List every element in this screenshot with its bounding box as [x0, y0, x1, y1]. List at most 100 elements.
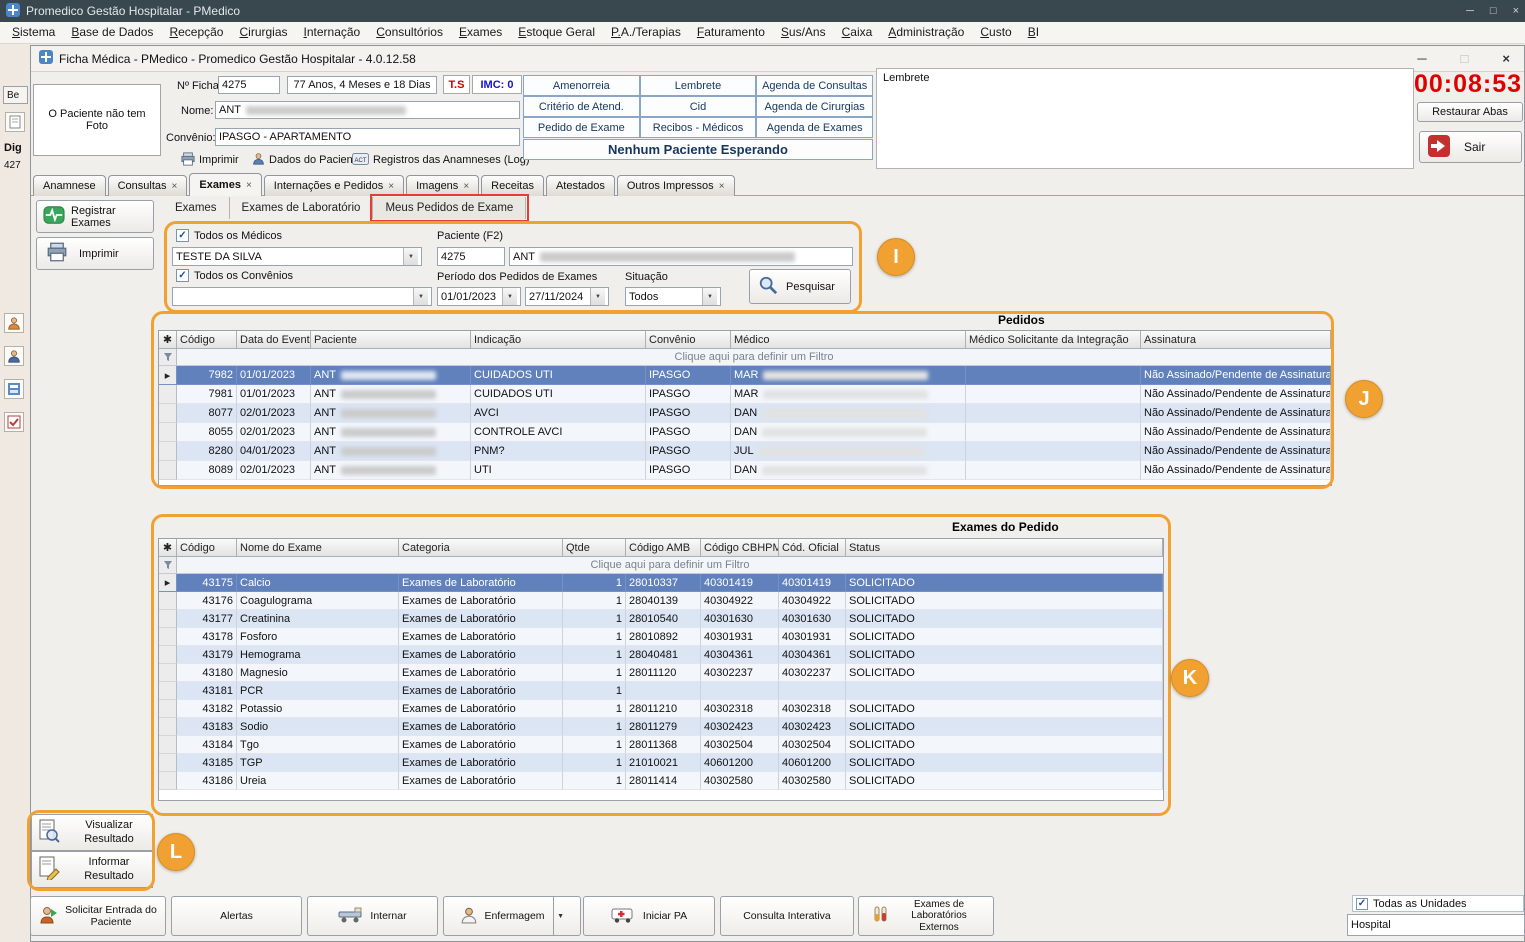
column-header[interactable]: Qtde [563, 539, 626, 557]
imprimir-toolbar-button[interactable]: Imprimir [181, 151, 239, 169]
exames-table-row[interactable]: 43186 Ureia Exames de Laboratório 1 2801… [159, 772, 1163, 790]
column-header[interactable]: Código AMB [626, 539, 701, 557]
exames-table-row[interactable]: 43181 PCR Exames de Laboratório 1 [159, 682, 1163, 700]
menu-item[interactable]: Sus/Ans [773, 22, 834, 43]
column-header[interactable]: Médico [731, 331, 966, 349]
nome-field[interactable]: ANT [215, 101, 520, 119]
menu-item[interactable]: Consultórios [368, 22, 451, 43]
ficha-field[interactable]: 4275 [218, 76, 280, 94]
app-close-button[interactable]: × [1513, 5, 1519, 17]
quick-action-button[interactable]: Cid [640, 96, 757, 117]
column-header[interactable]: Código CBHPM [701, 539, 779, 557]
tab[interactable]: Internações e Pedidos × [264, 175, 404, 196]
column-header[interactable]: Data do Event [237, 331, 311, 349]
exames-table-row[interactable]: 43176 Coagulograma Exames de Laboratório… [159, 592, 1163, 610]
chevron-down-icon[interactable]: ▼ [413, 288, 428, 305]
tab-close-icon[interactable]: × [719, 181, 725, 192]
column-header[interactable]: Paciente [311, 331, 471, 349]
exames-table-row[interactable]: 43185 TGP Exames de Laboratório 1 210100… [159, 754, 1163, 772]
exames-filter-row[interactable]: Clique aqui para definir um Filtro [159, 557, 1163, 574]
tab-close-icon[interactable]: × [463, 181, 469, 192]
solicitar-entrada-button[interactable]: Solicitar Entrada do Paciente [30, 896, 166, 936]
chevron-down-icon[interactable]: ▼ [502, 288, 517, 305]
pedidos-table-row[interactable]: 8280 04/01/2023 ANT PNM? IPASGO JUL Não … [159, 442, 1331, 461]
menu-item[interactable]: Estoque Geral [510, 22, 603, 43]
pesquisar-button[interactable]: Pesquisar [749, 269, 851, 304]
iniciar-pa-button[interactable]: Iniciar PA [583, 896, 715, 936]
unidade-input[interactable]: Hospital [1347, 914, 1525, 936]
menu-item[interactable]: Caixa [834, 22, 881, 43]
quick-action-button[interactable]: Amenorreia [523, 75, 640, 96]
tab-close-icon[interactable]: × [172, 181, 178, 192]
subtab[interactable]: Exames de Laboratório [230, 197, 374, 219]
column-header[interactable]: Código [177, 331, 237, 349]
exames-table-row[interactable]: 43177 Creatinina Exames de Laboratório 1… [159, 610, 1163, 628]
chevron-down-icon[interactable]: ▼ [702, 288, 717, 305]
informar-resultado-button[interactable]: Informar Resultado [31, 851, 153, 888]
menu-item[interactable]: P.A./Terapias [603, 22, 689, 43]
restaurar-abas-button[interactable]: Restaurar Abas [1417, 102, 1523, 122]
column-header[interactable]: Código [177, 539, 237, 557]
column-header[interactable]: Médico Solicitante da Integração [966, 331, 1141, 349]
column-header[interactable]: Convênio [646, 331, 731, 349]
menu-item[interactable]: BI [1020, 22, 1047, 43]
todos-convenios-checkbox[interactable]: ✓ [176, 269, 189, 282]
column-header[interactable]: Assinatura [1141, 331, 1331, 349]
consulta-interativa-button[interactable]: Consulta Interativa [720, 896, 854, 936]
imc-indicator[interactable]: IMC: 0 [472, 75, 522, 94]
exames-table-row[interactable]: 43178 Fosforo Exames de Laboratório 1 28… [159, 628, 1163, 646]
column-header[interactable]: Cód. Oficial [779, 539, 846, 557]
column-header[interactable]: Categoria [399, 539, 563, 557]
tab[interactable]: Imagens × [406, 175, 479, 196]
chevron-down-icon[interactable]: ▼ [403, 248, 418, 265]
pedidos-table-row[interactable]: 8055 02/01/2023 ANT CONTROLE AVCI IPASGO… [159, 423, 1331, 442]
menu-item[interactable]: Custo [972, 22, 1019, 43]
tab[interactable]: Consultas × [108, 175, 188, 196]
visualizar-resultado-button[interactable]: Visualizar Resultado [31, 814, 153, 851]
menu-item[interactable]: Exames [451, 22, 510, 43]
menu-item[interactable]: Faturamento [689, 22, 773, 43]
column-header[interactable]: Indicação [471, 331, 646, 349]
exames-table-row[interactable]: 43183 Sodio Exames de Laboratório 1 2801… [159, 718, 1163, 736]
menu-item[interactable]: Administração [880, 22, 972, 43]
column-header[interactable]: Status [846, 539, 1163, 557]
quick-action-button[interactable]: Agenda de Consultas [756, 75, 873, 96]
subtab[interactable]: Exames [163, 197, 230, 219]
quick-action-button[interactable]: Pedido de Exame [523, 117, 640, 138]
sair-button[interactable]: Sair [1419, 131, 1522, 163]
menu-item[interactable]: Recepção [161, 22, 231, 43]
tab[interactable]: Exames × [189, 173, 261, 196]
app-maximize-button[interactable]: □ [1490, 5, 1497, 17]
window-maximize-button[interactable]: □ [1461, 51, 1469, 66]
exames-table-row[interactable]: 43182 Potassio Exames de Laboratório 1 2… [159, 700, 1163, 718]
tab-close-icon[interactable]: × [388, 181, 394, 192]
exames-table-row[interactable]: 43180 Magnesio Exames de Laboratório 1 2… [159, 664, 1163, 682]
menu-item[interactable]: Sistema [4, 22, 63, 43]
enfermagem-button[interactable]: Enfermagem ▼ [443, 896, 581, 936]
quick-action-button[interactable]: Agenda de Cirurgias [756, 96, 873, 117]
medico-dropdown[interactable]: TESTE DA SILVA▼ [172, 247, 422, 266]
quick-action-button[interactable]: Critério de Atend. [523, 96, 640, 117]
exames-table-row[interactable]: 43175 Calcio Exames de Laboratório 1 280… [159, 574, 1163, 592]
menu-item[interactable]: Base de Dados [63, 22, 161, 43]
dados-paciente-button[interactable]: Dados do Paciente [252, 151, 362, 169]
alertas-button[interactable]: Alertas [171, 896, 302, 936]
paciente-codigo-field[interactable]: 4275 [437, 247, 505, 266]
todos-medicos-checkbox[interactable]: ✓ [176, 229, 189, 242]
tab[interactable]: Atestados [546, 175, 615, 196]
data-inicio-field[interactable]: 01/01/2023▼ [437, 287, 521, 306]
menu-item[interactable]: Cirurgias [231, 22, 295, 43]
paciente-nome-field[interactable]: ANT [509, 247, 853, 266]
quick-action-button[interactable]: Recibos - Médicos [640, 117, 757, 138]
quick-action-button[interactable]: Lembrete [640, 75, 757, 96]
pedidos-table-row[interactable]: 7981 01/01/2023 ANT CUIDADOS UTI IPASGO … [159, 385, 1331, 404]
data-fim-field[interactable]: 27/11/2024▼ [525, 287, 609, 306]
pedidos-filter-row[interactable]: Clique aqui para definir um Filtro [159, 349, 1331, 366]
exames-table-row[interactable]: 43184 Tgo Exames de Laboratório 1 280113… [159, 736, 1163, 754]
window-close-button[interactable]: × [1502, 51, 1510, 66]
exames-externos-button[interactable]: Exames de Laboratórios Externos [858, 896, 994, 936]
subtab[interactable]: Meus Pedidos de Exame [373, 197, 526, 219]
window-minimize-button[interactable]: ─ [1417, 51, 1426, 66]
enfermagem-dropdown-arrow[interactable]: ▼ [553, 897, 568, 935]
pedidos-table-row[interactable]: 8089 02/01/2023 ANT UTI IPASGO DAN Não A… [159, 461, 1331, 480]
